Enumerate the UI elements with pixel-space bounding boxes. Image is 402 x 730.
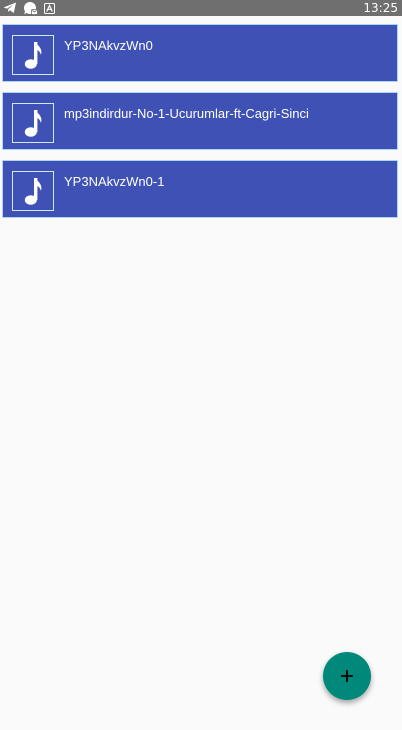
- add-fab-button[interactable]: [323, 652, 371, 700]
- app-a-icon: [44, 2, 55, 14]
- track-item[interactable]: YP3NAkvzWn0-1: [2, 160, 398, 218]
- track-thumbnail: [12, 171, 54, 211]
- plus-icon: [341, 670, 353, 682]
- music-note-icon: [24, 110, 42, 137]
- music-note-icon: [24, 178, 42, 205]
- track-thumbnail: [12, 35, 54, 75]
- track-list: YP3NAkvzWn0 mp3indirdur-No-1-Ucurumlar-f…: [0, 24, 402, 228]
- track-thumbnail: [12, 103, 54, 143]
- music-note-icon: [24, 42, 42, 69]
- whatsapp-business-icon: [23, 1, 38, 15]
- track-title: YP3NAkvzWn0-1: [64, 174, 165, 189]
- track-title: YP3NAkvzWn0: [64, 38, 153, 53]
- status-icons: [3, 0, 55, 16]
- track-item[interactable]: YP3NAkvzWn0: [2, 24, 398, 82]
- track-item[interactable]: mp3indirdur-No-1-Ucurumlar-ft-Cagri-Sinc…: [2, 92, 398, 150]
- status-time: 13:25: [363, 1, 398, 15]
- telegram-icon: [3, 2, 17, 14]
- status-bar: 13:25: [0, 0, 402, 16]
- track-title: mp3indirdur-No-1-Ucurumlar-ft-Cagri-Sinc…: [64, 106, 309, 121]
